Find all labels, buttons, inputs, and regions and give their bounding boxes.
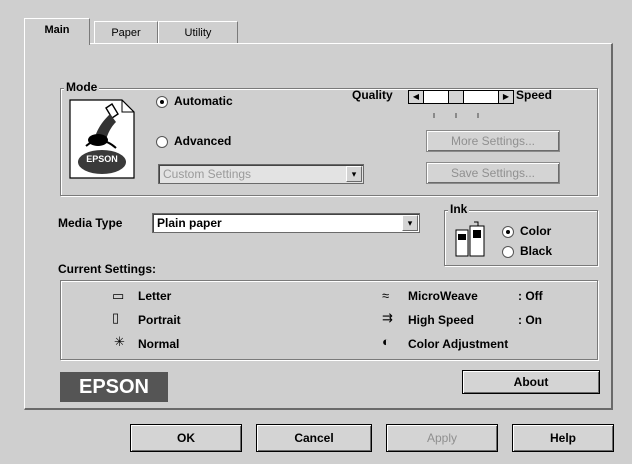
ink-black-radio[interactable] bbox=[502, 246, 514, 258]
tab-utility-label: Utility bbox=[184, 27, 212, 39]
apply-button[interactable]: Apply bbox=[386, 424, 498, 452]
microweave-icon: ≈ bbox=[382, 288, 390, 303]
printer-properties-dialog: Main Paper Utility Mode EPSON Automatic … bbox=[0, 0, 632, 464]
current-settings-title: Current Settings: bbox=[58, 262, 157, 276]
tab-utility[interactable]: Utility bbox=[158, 21, 238, 44]
save-settings-button[interactable]: Save Settings... bbox=[426, 162, 560, 184]
quality-icon: ✳ bbox=[114, 334, 125, 349]
mode-logo-text: EPSON bbox=[86, 154, 118, 164]
media-type-label: Media Type bbox=[58, 216, 123, 230]
custom-settings-value: Custom Settings bbox=[163, 167, 252, 181]
mode-group-title: Mode bbox=[64, 80, 100, 94]
ink-black-label: Black bbox=[520, 244, 553, 258]
setting-microweave-label: MicroWeave bbox=[408, 289, 478, 303]
advanced-label: Advanced bbox=[174, 134, 232, 148]
paper-size-icon: ▭ bbox=[112, 288, 125, 303]
ink-color-radio[interactable] bbox=[502, 226, 514, 238]
automatic-radio[interactable] bbox=[156, 96, 168, 108]
ink-color-label: Color bbox=[520, 224, 552, 238]
slider-thumb[interactable] bbox=[448, 91, 464, 103]
quality-label: Quality bbox=[352, 88, 393, 102]
setting-high-speed-label: High Speed bbox=[408, 313, 475, 327]
setting-paper-size: Letter bbox=[138, 289, 172, 303]
color-adjust-icon: ◐ bbox=[382, 334, 390, 349]
ink-group-title: Ink bbox=[448, 202, 470, 216]
epson-logo: EPSON bbox=[60, 372, 168, 402]
slider-ticks bbox=[432, 108, 496, 118]
media-type-value: Plain paper bbox=[157, 216, 222, 230]
ink-cartridge-icon bbox=[452, 220, 488, 260]
speed-label: Speed bbox=[516, 88, 553, 102]
help-button[interactable]: Help bbox=[512, 424, 614, 452]
setting-high-speed-value: : On bbox=[518, 313, 542, 327]
chevron-down-icon: ▾ bbox=[346, 166, 362, 182]
setting-quality: Normal bbox=[138, 337, 180, 351]
setting-microweave-value: : Off bbox=[518, 289, 543, 303]
orientation-icon: ▯ bbox=[112, 310, 120, 325]
media-type-select[interactable]: Plain paper ▾ bbox=[152, 213, 420, 233]
automatic-label: Automatic bbox=[174, 94, 233, 108]
setting-orientation: Portrait bbox=[138, 313, 181, 327]
printer-mode-icon: EPSON bbox=[66, 96, 138, 180]
custom-settings-select[interactable]: Custom Settings ▾ bbox=[158, 164, 364, 184]
tab-paper[interactable]: Paper bbox=[94, 21, 158, 44]
tab-main[interactable]: Main bbox=[24, 18, 90, 45]
quality-speed-slider[interactable]: ◀ ▶ bbox=[408, 90, 514, 104]
slider-right-arrow-icon[interactable]: ▶ bbox=[498, 91, 513, 103]
about-button[interactable]: About bbox=[462, 370, 600, 394]
cancel-button[interactable]: Cancel bbox=[256, 424, 372, 452]
ok-button[interactable]: OK bbox=[130, 424, 242, 452]
tab-main-label: Main bbox=[44, 24, 70, 36]
setting-color-adjustment-label: Color Adjustment bbox=[408, 337, 509, 351]
slider-left-arrow-icon[interactable]: ◀ bbox=[409, 91, 424, 103]
tab-paper-label: Paper bbox=[111, 27, 141, 39]
advanced-radio[interactable] bbox=[156, 136, 168, 148]
high-speed-icon: ⇉ bbox=[382, 310, 393, 325]
more-settings-button[interactable]: More Settings... bbox=[426, 130, 560, 152]
chevron-down-icon: ▾ bbox=[402, 215, 418, 231]
